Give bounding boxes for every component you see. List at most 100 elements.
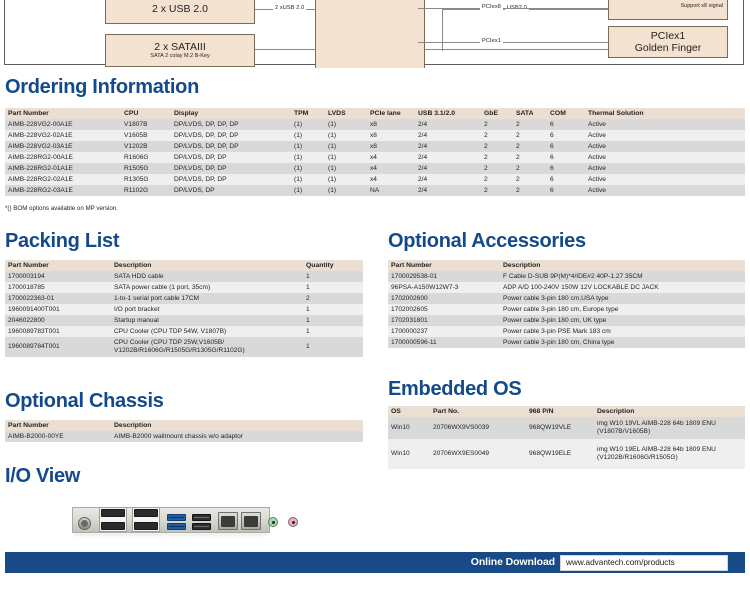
audio-pink-jack-icon: [288, 517, 298, 527]
table-row: 96PSA-A150W12W7-3 ADP A/D 100-240V 150W …: [388, 282, 745, 293]
packing-list-heading: Packing List: [5, 230, 120, 252]
cell: Power cable 3-pin 180 cm,USA type: [503, 294, 609, 302]
cell: x4: [370, 164, 377, 172]
diagram-box-pciex1-sub: Golden Finger: [634, 42, 702, 54]
cell: DP/LVDS, DP, DP: [174, 153, 227, 161]
table-row: 1960091400T001 I/O port bracket 1: [5, 304, 363, 315]
cell: (1): [294, 153, 303, 161]
diagram-box-pciex1: PCIex1 Golden Finger: [608, 26, 728, 58]
cell: AIMB-228VG2-02A1E: [8, 131, 73, 139]
ordering-col-lvds: LVDS: [325, 108, 367, 119]
cell: 2: [516, 175, 520, 183]
cell: 6: [550, 131, 554, 139]
ordering-col-sata: SATA: [513, 108, 547, 119]
cell: AIMB-B2000-00YE: [8, 432, 64, 440]
cell: 2/4: [418, 131, 428, 139]
packing-list-table: Part Number Description Quantity 1700003…: [5, 260, 363, 357]
cell: 968QW19VLE: [529, 424, 572, 431]
cell: 2: [516, 164, 520, 172]
cell: F Cable D-SUB 9P(M)*4/IDE#2 40P-1.27 35C…: [503, 272, 643, 280]
cell: AIMB-228RG2-01A1E: [8, 164, 73, 172]
cell: 2/4: [418, 153, 428, 161]
ordering-col-com: COM: [547, 108, 585, 119]
cell: 6: [550, 186, 554, 194]
cell: AIMB-228RG2-03A1E: [8, 186, 73, 194]
table-row: 1960089783T001 CPU Cooler (CPU TDP 54W, …: [5, 326, 363, 337]
diagram-box-pciex16: PCIex16 Slot Support x8 signal: [608, 0, 728, 20]
accessories-col-part-number: Part Number: [388, 260, 500, 271]
cell: 1702031801: [391, 316, 428, 324]
cell: 968QW19ELE: [529, 450, 572, 457]
cell: 20706WX9ES0049: [433, 450, 490, 457]
ordering-table-body: AIMB-228VG2-00A1E V1807B DP/LVDS, DP, DP…: [5, 119, 745, 196]
table-row: AIMB-228RG2-01A1E R1505G DP/LVDS, DP, DP…: [5, 163, 745, 174]
packing-col-quantity: Quantity: [303, 260, 363, 271]
table-row: 1700000237 Power cable 3-pin PSE Mark 18…: [388, 326, 745, 337]
cell: DP/LVDS, DP, DP, DP: [174, 131, 239, 139]
embedded-os-table: OS Part No. 968 P/N Description Win10 20…: [388, 406, 745, 469]
cell: DP/LVDS, DP, DP, DP: [174, 142, 239, 150]
cell: 2: [516, 186, 520, 194]
cell: Win10: [391, 450, 410, 457]
cell: (1): [294, 142, 303, 150]
cell: 1700029538-01: [391, 272, 438, 280]
table-row: 1960089784T001 CPU Cooler (CPU TDP 25W,V…: [5, 337, 363, 357]
cell: CPU Cooler (CPU TDP 54W, V1807B): [114, 327, 227, 335]
table-row: 1702031801 Power cable 3-pin 180 cm, UK …: [388, 315, 745, 326]
cell: 1-to-1 serial port cable 17CM: [114, 294, 200, 302]
table-row: Win10 20706WX9ES0049 968QW19ELE img W10 …: [388, 439, 745, 469]
block-diagram-right: PCIex8 PCIex1 PCIex16 Slot Support x8 si…: [0, 0, 750, 68]
cell: 2: [516, 131, 520, 139]
cell: R1606G: [124, 153, 149, 161]
diagram-label-pciex1: PCIex1: [480, 38, 503, 44]
cell: 2: [484, 153, 488, 161]
table-row: AIMB-228VG2-02A1E V1605B DP/LVDS, DP, DP…: [5, 130, 745, 141]
optional-chassis-heading: Optional Chassis: [5, 390, 164, 412]
cell: Power cable 3-pin 180 cm, Europe type: [503, 305, 619, 313]
ordering-header-row: Part Number CPU Display TPM LVDS PCIe la…: [5, 108, 745, 119]
table-row: 1700022363-01 1-to-1 serial port cable 1…: [5, 293, 363, 304]
cell: Active: [588, 142, 606, 150]
diagram-line-pciex8-run: [418, 8, 608, 9]
cell: x8: [370, 131, 377, 139]
cell: 2046022800: [8, 316, 45, 324]
cell: 2/4: [418, 142, 428, 150]
footer-bar: Online Download www.advantech.com/produc…: [5, 552, 745, 573]
cell: 6: [550, 120, 554, 128]
cell: Power cable 3-pin PSE Mark 183 cm: [503, 327, 611, 335]
cell: Power cable 3-pin 180 cm, China type: [503, 338, 615, 346]
cell: Active: [588, 131, 606, 139]
table-row: 1700029538-01 F Cable D-SUB 9P(M)*4/IDE#…: [388, 271, 745, 282]
cell: 2/4: [418, 175, 428, 183]
cell: 1: [306, 327, 310, 335]
online-download-url-box[interactable]: www.advantech.com/products: [560, 554, 728, 571]
chassis-table-body: AIMB-B2000-00YE AIMB-B2000 wallmount cha…: [5, 431, 363, 442]
packing-col-description: Description: [111, 260, 303, 271]
cell: 1960091400T001: [8, 305, 60, 313]
ordering-col-thermal-solution: Thermal Solution: [585, 108, 745, 119]
cell: 1700022363-01: [8, 294, 55, 302]
cell: img W10 19EL AIMB-228 64b 1809 ENU (V120…: [597, 445, 716, 462]
cell: V1605B: [124, 131, 148, 139]
diagram-label-pciex8: PCIex8: [480, 4, 503, 10]
embedded-os-col-968-pn: 968 P/N: [526, 406, 594, 417]
cell: (1): [328, 164, 337, 172]
cell: Active: [588, 186, 606, 194]
cell: 6: [550, 175, 554, 183]
diagram-box-pciex1-title: PCIex1: [650, 30, 686, 42]
cell: 1: [306, 343, 310, 350]
cell: SATA HDD cable: [114, 272, 164, 280]
cell: NA: [370, 186, 380, 194]
chassis-col-part-number: Part Number: [5, 420, 111, 431]
embedded-os-col-os: OS: [388, 406, 430, 417]
optional-accessories-table: Part Number Description 1700029538-01 F …: [388, 260, 745, 348]
cell: Active: [588, 175, 606, 183]
cell: 2/4: [418, 186, 428, 194]
cell: (1): [328, 120, 337, 128]
cell: 2: [484, 120, 488, 128]
cell: 6: [550, 164, 554, 172]
cell: Active: [588, 164, 606, 172]
io-audio-jacks: [72, 503, 298, 539]
ordering-col-pcie-lane: PCIe lane: [367, 108, 415, 119]
cell: Win10: [391, 424, 410, 431]
